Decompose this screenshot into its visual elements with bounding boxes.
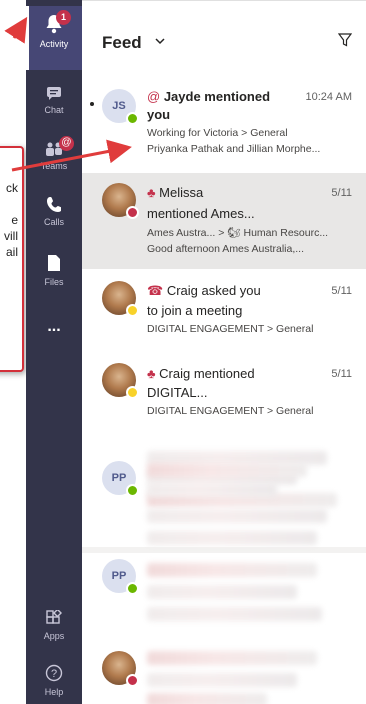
- rail-item-help[interactable]: ? Help: [26, 660, 82, 700]
- feed-item-title-cont: DIGITAL...: [147, 385, 208, 400]
- rail-item-teams[interactable]: @ Teams: [26, 136, 82, 176]
- blurred-text: [147, 483, 277, 497]
- activity-feed-panel: Feed JS @ Jayde mentioned 10:24 AM you W…: [82, 0, 366, 704]
- rail-label-teams: Teams: [40, 161, 68, 171]
- avatar: [102, 651, 139, 687]
- rail-label-files: Files: [44, 277, 64, 287]
- feed-item-location: DIGITAL ENGAGEMENT > General: [147, 323, 314, 335]
- blurred-text: [147, 563, 317, 577]
- rail-item-chat[interactable]: Chat: [26, 82, 82, 122]
- chat-icon: [46, 86, 62, 102]
- rail-item-activity[interactable]: 1 Activity: [26, 6, 82, 70]
- callout-text-3: vill: [4, 229, 18, 243]
- feed-header: Feed: [82, 1, 366, 79]
- rail-label-help: Help: [44, 687, 64, 697]
- feed-item-title: Jayde mentioned: [163, 89, 271, 104]
- rail-label-calls: Calls: [43, 217, 64, 227]
- feed-item-time: 10:24 AM: [305, 91, 352, 103]
- callout-text-4: ail: [5, 245, 18, 259]
- callout-text-2: e: [11, 213, 18, 227]
- blurred-text: [147, 651, 317, 665]
- blurred-text: [147, 607, 322, 621]
- presence-available-icon: [126, 112, 139, 125]
- feed-item[interactable]: ☎ Craig asked you 5/11 to join a meeting…: [82, 269, 366, 353]
- team-mention-icon: ♣: [147, 366, 156, 381]
- feed-item-title-line: ♣ Melissa: [147, 185, 203, 200]
- phone-icon: [47, 196, 62, 214]
- blurred-text: [147, 509, 327, 523]
- avatar: [102, 363, 139, 399]
- feed-item-title-line: @ Jayde mentioned: [147, 89, 270, 104]
- rail-label-chat: Chat: [44, 105, 64, 115]
- feed-item-location: Ames Austra... > 🐿 Human Resourc...: [147, 227, 329, 239]
- chevron-down-icon[interactable]: [154, 34, 166, 52]
- blurred-text: [147, 673, 297, 687]
- feed-item-title: Craig mentioned: [159, 366, 255, 381]
- rail-item-apps[interactable]: Apps: [26, 606, 82, 646]
- left-annotation-strip: ck e vill ail: [0, 0, 26, 704]
- blurred-text: [147, 693, 267, 704]
- rail-item-files[interactable]: Files: [26, 250, 82, 290]
- mention-icon: @: [147, 89, 161, 104]
- file-icon: [47, 254, 61, 274]
- feed-item-title: Melissa: [159, 185, 204, 200]
- feed-item[interactable]: PP: [82, 453, 366, 553]
- blurred-text: [147, 463, 307, 477]
- svg-text:?: ?: [51, 668, 57, 680]
- feed-item-title-cont: mentioned Ames...: [147, 206, 255, 221]
- avatar-initials: PP: [111, 570, 127, 582]
- presence-busy-icon: [126, 206, 139, 219]
- feed-item-title: Craig asked you: [166, 283, 261, 298]
- team-mention-icon: ♣: [147, 185, 156, 200]
- avatar: PP: [102, 461, 139, 497]
- feed-item[interactable]: ♣ Melissa 5/11 mentioned Ames... Ames Au…: [82, 173, 366, 269]
- feed-item-preview: Priyanka Pathak and Jillian Morphe...: [147, 143, 321, 155]
- feed-item[interactable]: ♣ Craig mentioned 5/11 DIGITAL... DIGITA…: [82, 353, 366, 437]
- feed-item-title-cont: you: [147, 107, 171, 122]
- annotation-callout: ck e vill ail: [0, 146, 24, 372]
- feed-title[interactable]: Feed: [102, 33, 142, 53]
- activity-badge: 1: [56, 10, 71, 25]
- feed-item-time: 5/11: [331, 285, 352, 297]
- rail-more-button[interactable]: ...: [26, 318, 82, 338]
- feed-item-location: DIGITAL ENGAGEMENT > General: [147, 405, 314, 417]
- meeting-icon: ☎: [147, 283, 164, 298]
- rail-item-calls[interactable]: Calls: [26, 192, 82, 232]
- presence-away-icon: [126, 386, 139, 399]
- feed-item[interactable]: JS @ Jayde mentioned 10:24 AM you Workin…: [82, 79, 366, 173]
- presence-busy-icon: [126, 674, 139, 687]
- feed-item-location: Working for Victoria > General: [147, 127, 288, 139]
- avatar-initials: JS: [112, 100, 126, 112]
- blurred-text: [147, 531, 317, 545]
- teams-icon: @: [44, 136, 74, 158]
- feed-item-time: 5/11: [331, 187, 352, 199]
- feed-item[interactable]: PP: [82, 553, 366, 635]
- rail-label-activity: Activity: [39, 39, 69, 49]
- teams-mention-badge: @: [59, 136, 74, 151]
- presence-available-icon: [126, 484, 139, 497]
- callout-text-1: ck: [6, 181, 18, 195]
- feed-item-title-line: ☎ Craig asked you: [147, 283, 261, 299]
- bell-icon: 1: [45, 10, 71, 34]
- filter-icon[interactable]: [337, 33, 353, 52]
- apps-icon: [46, 608, 63, 628]
- avatar: [102, 281, 139, 317]
- feed-item-title-cont: to join a meeting: [147, 303, 243, 318]
- app-rail: 1 Activity Chat @ Teams Calls Files ... …: [26, 0, 82, 704]
- avatar: PP: [102, 559, 139, 595]
- unread-indicator: [90, 102, 94, 106]
- presence-away-icon: [126, 304, 139, 317]
- rail-label-apps: Apps: [43, 631, 65, 641]
- blurred-text: [147, 585, 297, 599]
- presence-available-icon: [126, 582, 139, 595]
- feed-item[interactable]: [82, 635, 366, 704]
- feed-item-preview: Good afternoon Ames Australia,...: [147, 243, 305, 255]
- help-icon: ?: [45, 664, 63, 684]
- feed-item-title-line: ♣ Craig mentioned: [147, 366, 255, 381]
- avatar: JS: [102, 89, 139, 125]
- feed-item-time: 5/11: [331, 368, 352, 380]
- avatar-initials: PP: [111, 472, 127, 484]
- avatar: [102, 183, 139, 219]
